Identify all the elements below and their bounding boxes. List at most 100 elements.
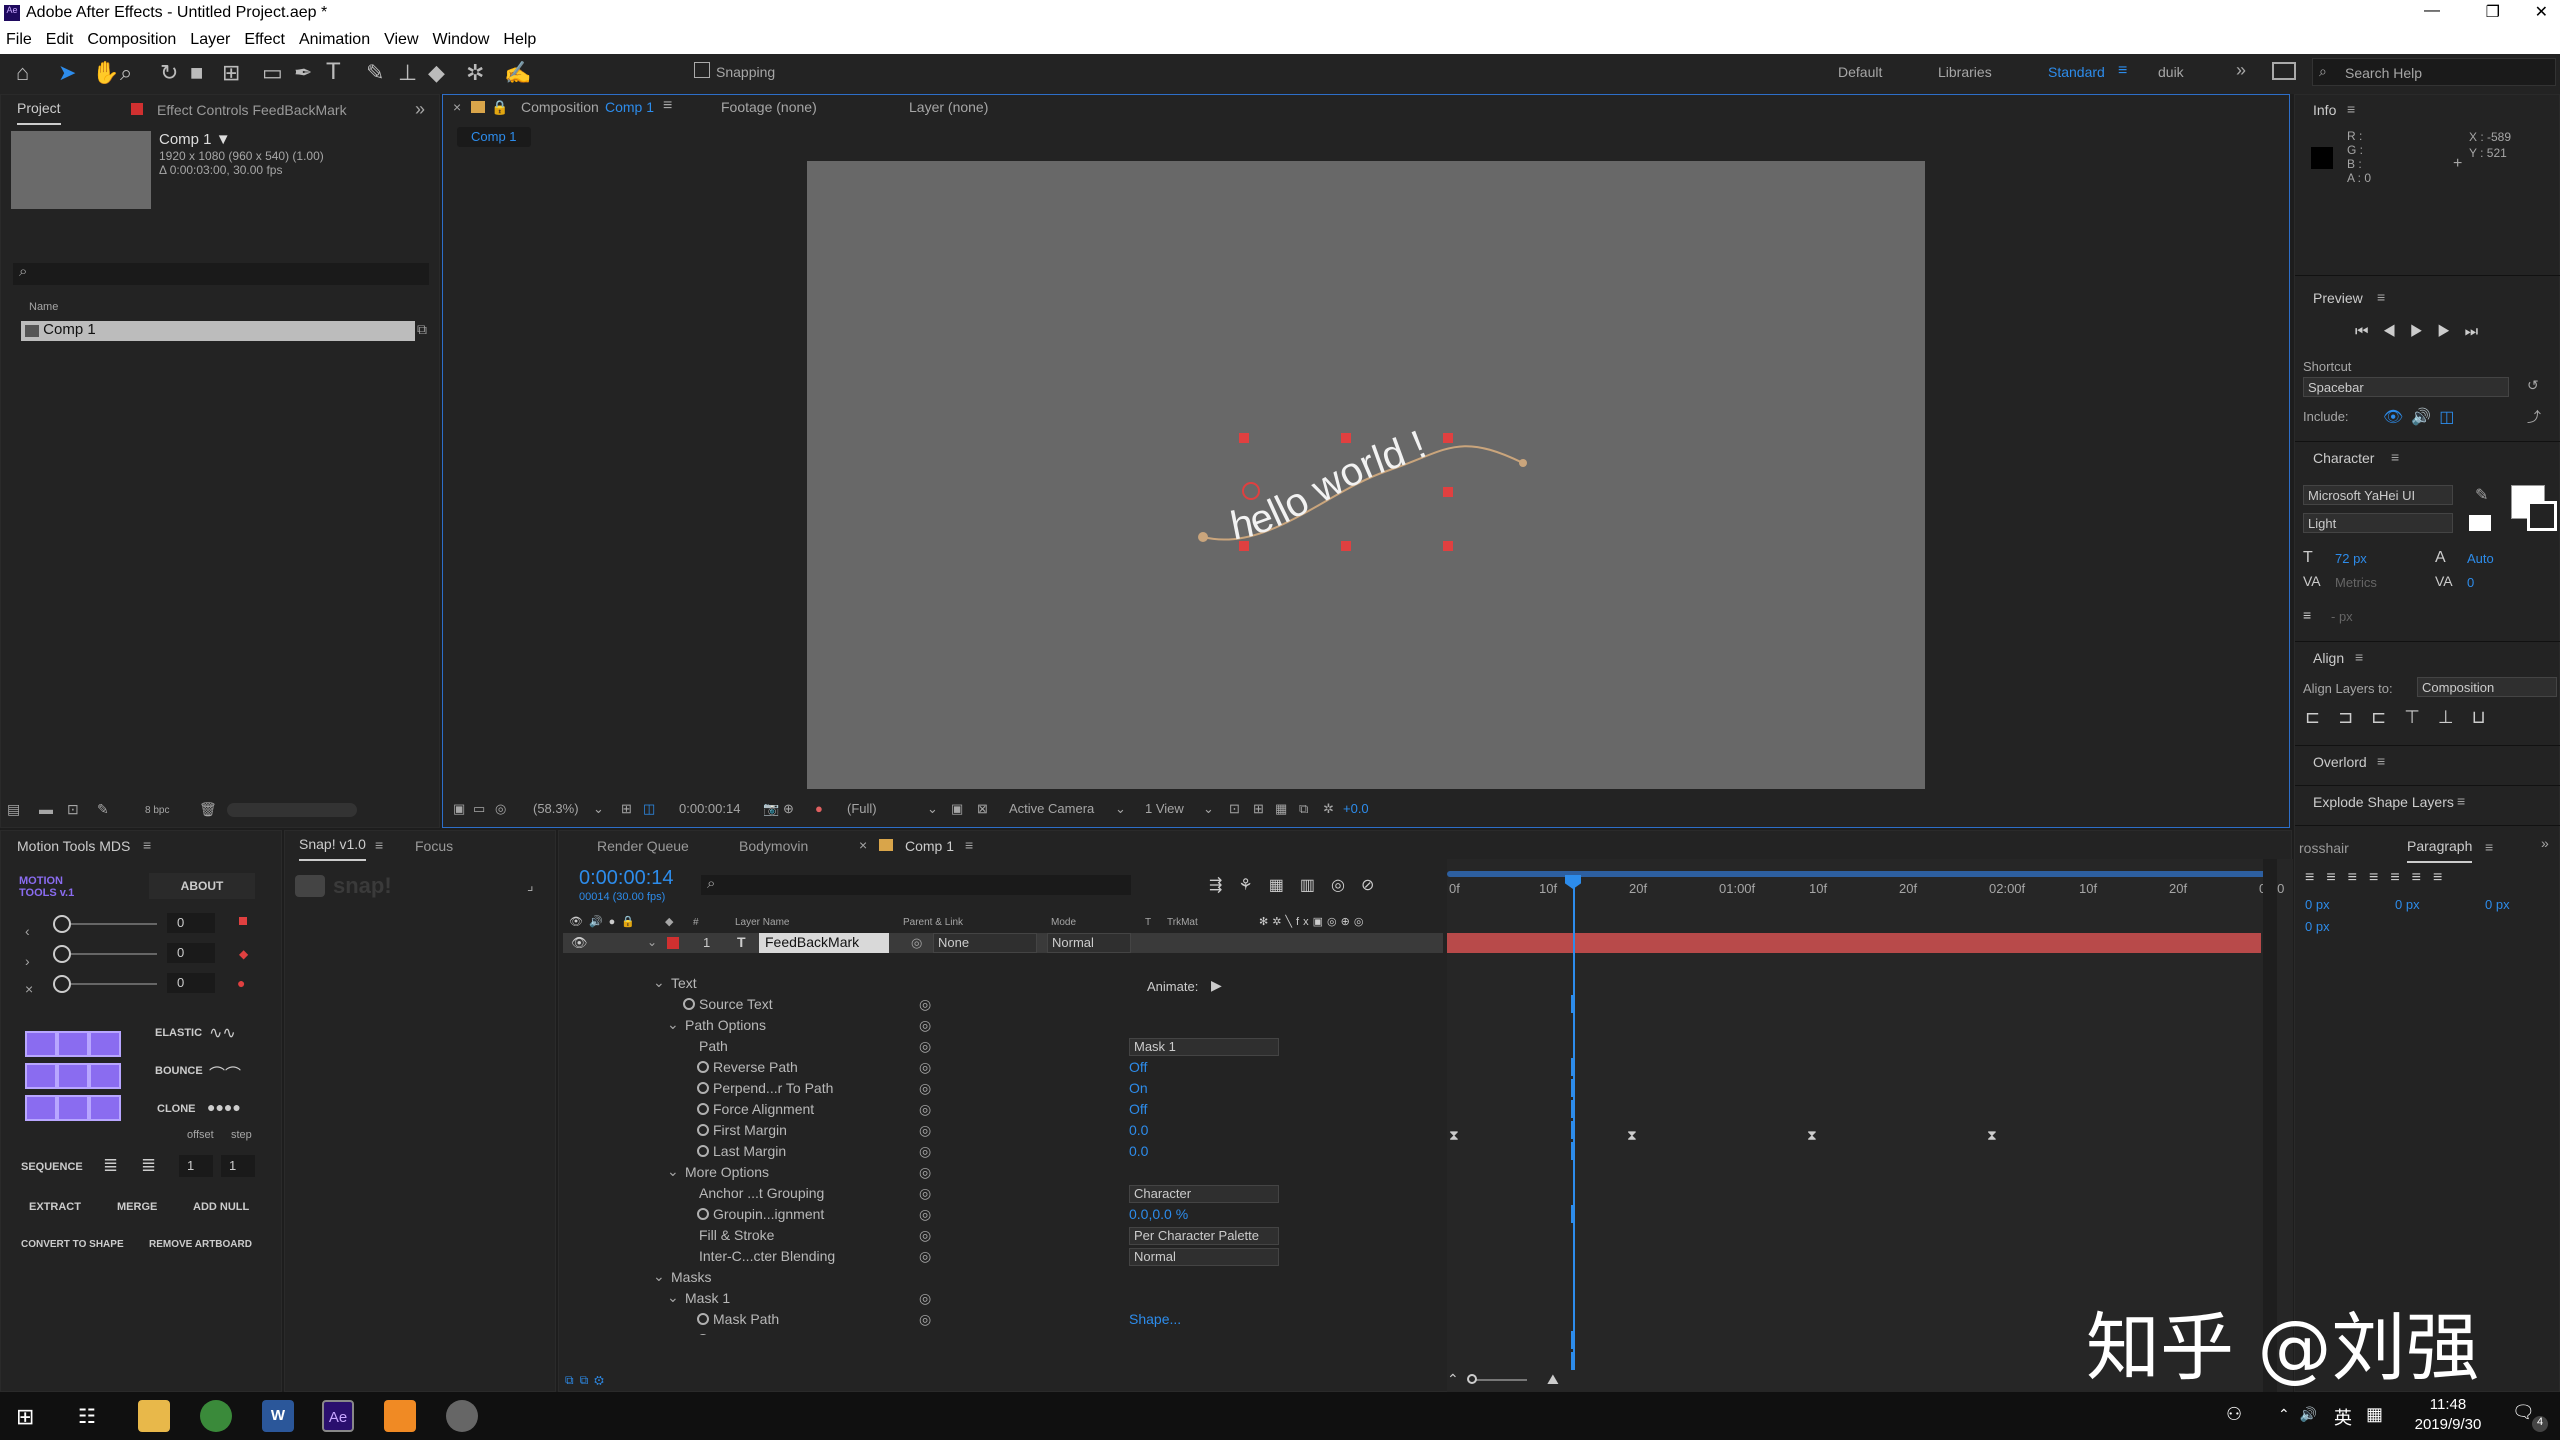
tab-project[interactable]: Project [17,95,61,125]
clock-time[interactable]: 11:48 [2412,1396,2484,1413]
current-time[interactable]: 0:00:00:14 [579,867,674,890]
stopwatch-icon[interactable] [697,1082,709,1094]
snapping-checkbox[interactable] [694,62,710,78]
property-row[interactable]: Last Margin ◎ 0.0 [563,1142,1443,1163]
chevron-down-icon[interactable]: ⌄ [1203,801,1214,817]
property-row[interactable]: ⌄ Text [563,974,1443,995]
roto-brush-tool-icon[interactable]: ✲ [466,60,484,86]
pickwhip-icon[interactable]: ◎ [919,1017,931,1034]
twirl-down-icon[interactable]: ⌄ [667,1016,679,1033]
render-queue-tab[interactable]: Render Queue [597,831,689,861]
timeline-icon[interactable]: ▦ [1275,801,1287,817]
parent-dropdown[interactable]: None [933,933,1037,953]
merge-button[interactable]: MERGE [117,1201,157,1213]
playback-controls[interactable]: ⏮◀▶▶⏭ [2355,323,2492,340]
project-search-input[interactable]: ⌕ [13,263,429,285]
reset-icon[interactable]: ↺ [2527,377,2539,394]
adjust-icon[interactable]: ✎ [97,801,109,818]
ease-slider-1[interactable] [53,915,157,933]
anchor-bl-button[interactable] [25,1095,57,1121]
home-icon[interactable]: ⌂ [16,60,29,86]
flowchart-icon[interactable]: ⧉ [417,321,427,338]
stopwatch-icon[interactable] [697,1334,709,1335]
pickwhip-icon[interactable]: ◎ [919,1164,931,1181]
motion-tools-title[interactable]: Motion Tools MDS [17,831,130,861]
toggle-pixel-icon[interactable]: ⊡ [1229,801,1240,817]
workspace-default[interactable]: Default [1838,64,1882,80]
pickwhip-icon[interactable]: ◎ [919,1080,931,1097]
stopwatch-icon[interactable] [697,1208,709,1220]
composition-canvas[interactable]: hello world ! [807,161,1925,789]
clone-button[interactable]: CLONE [157,1103,196,1115]
bbox-handle[interactable] [1341,433,1351,443]
align-title[interactable]: Align [2313,643,2344,673]
property-value[interactable]: On [1129,1080,1148,1096]
elastic-button[interactable]: ELASTIC [155,1027,202,1039]
reset-exposure-icon[interactable]: ✲ [1323,801,1334,817]
stopwatch-icon[interactable] [683,998,695,1010]
workspace-libraries[interactable]: Libraries [1938,64,1992,80]
indent-right[interactable]: 0 px [2395,897,2420,912]
anchor-bc-button[interactable] [57,1095,89,1121]
rectangle-tool-icon[interactable]: ▭ [262,60,283,86]
diamond-icon[interactable]: ◆ [239,947,248,961]
stopwatch-icon[interactable] [697,1103,709,1115]
property-row[interactable]: ⌄ More Options ◎ [563,1163,1443,1184]
include-toggles[interactable]: 👁🔊◫ [2383,407,2462,427]
search-help-box[interactable]: ⌕ Search Help [2312,58,2556,86]
menu-effect[interactable]: Effect [244,31,285,49]
sequence-button[interactable]: SEQUENCE [21,1161,83,1173]
name-column-header[interactable]: Name [29,301,58,313]
after-effects-icon[interactable]: Ae [322,1400,354,1432]
timeline-search-input[interactable]: ⌕ [701,875,1131,895]
show-snapshot-icon[interactable]: ⊕ [783,801,794,817]
ease-value-2[interactable]: 0 [167,943,215,963]
timeline-switch-icons[interactable]: ⇶⚘▦▥◎⊘ [1209,875,1390,895]
fit-icon[interactable]: ⊞ [1253,801,1264,817]
paragraph-menu-icon[interactable]: ≡ [2485,839,2493,855]
lock-icon[interactable]: 🔒 [491,99,508,116]
property-row[interactable]: Perpend...r To Path ◎ On [563,1079,1443,1100]
property-dropdown[interactable]: Normal [1129,1248,1279,1266]
layer-row[interactable]: 👁 ⌄ 1 T FeedBackMark ◎ None Normal [563,933,1443,953]
anchor-br-button[interactable] [89,1095,121,1121]
channel-icon[interactable]: ● [815,801,823,816]
kerning-value[interactable]: Metrics [2335,575,2377,590]
extract-button[interactable]: EXTRACT [29,1201,81,1213]
mask-keyframe-1[interactable]: ⧗ [1627,1127,1637,1144]
bbox-handle[interactable] [1341,541,1351,551]
ime-mode-icon[interactable]: ▦ [2366,1404,2383,1425]
workspace-duik[interactable]: duik [2158,64,2184,80]
property-row[interactable]: Mask Feather ◎ 0.0,0.0 pixels [563,1331,1443,1335]
pickwhip-icon[interactable]: ◎ [919,996,931,1013]
snapshot-icon[interactable]: 📷 [763,801,779,817]
people-icon[interactable]: ⚇ [2226,1404,2242,1425]
property-dropdown[interactable]: Mask 1 [1129,1038,1279,1056]
add-null-button[interactable]: ADD NULL [193,1201,249,1213]
sequence-reverse-icon[interactable]: ≣ [141,1155,156,1176]
minimize-icon[interactable]: — [2424,2,2440,20]
flowchart-icon[interactable]: ⧉ [1299,801,1308,817]
stopwatch-icon[interactable] [697,1313,709,1325]
delete-icon[interactable]: 🗑 [199,801,217,818]
eyedropper-icon[interactable]: ✎ [2475,485,2488,505]
anchor-tc-button[interactable] [57,1031,89,1057]
snap-expand-icon[interactable]: ⌟ [527,877,534,894]
twirl-down-icon[interactable]: ⌄ [667,1289,679,1306]
pickwhip-icon[interactable]: ◎ [919,1227,931,1244]
always-preview-icon[interactable]: ▣ [453,801,465,817]
menu-composition[interactable]: Composition [87,31,176,49]
chevron-down-icon[interactable]: ⌄ [927,801,938,817]
windows-start-icon[interactable]: ⊞ [16,1404,34,1430]
zoom-dropdown[interactable]: (58.3%) [533,801,579,816]
sequence-forward-icon[interactable]: ≣ [103,1155,118,1176]
stopwatch-icon[interactable] [697,1061,709,1073]
explode-title[interactable]: Explode Shape Layers [2313,787,2454,817]
zoom-tool-icon[interactable]: ⌕ [120,60,132,86]
word-icon[interactable]: W [262,1400,294,1432]
menu-layer[interactable]: Layer [190,31,230,49]
anchor-tl-button[interactable] [25,1031,57,1057]
overlord-title[interactable]: Overlord [2313,747,2367,777]
menu-animation[interactable]: Animation [299,31,370,49]
snap-menu-icon[interactable]: ≡ [375,837,383,853]
